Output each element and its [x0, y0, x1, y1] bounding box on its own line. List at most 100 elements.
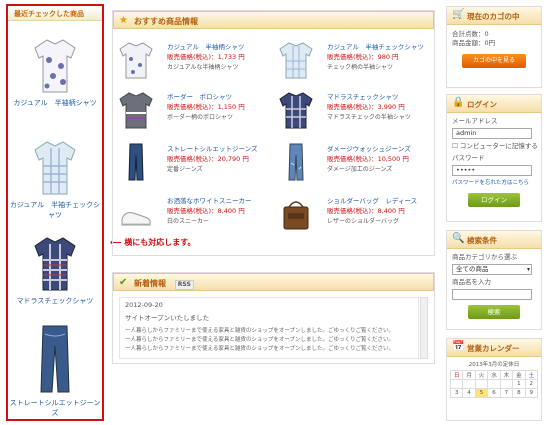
- product-card[interactable]: カジュアル 半袖チェックシャツ 販売価格(税込)：980 円 チェック柄の半袖シ…: [275, 39, 435, 83]
- product-desc: ダメージ加工のジーンズ: [327, 166, 393, 173]
- view-cart-button[interactable]: カゴの中を見る: [462, 54, 526, 68]
- product-thumb: [128, 143, 144, 181]
- category-label: 商品カテゴリから選ぶ: [452, 253, 517, 261]
- product-price: 販売価格(税込)：1,733 円: [167, 53, 245, 61]
- calendar-cell: [462, 379, 476, 389]
- chevron-down-icon[interactable]: ▾: [527, 265, 530, 274]
- product-name[interactable]: ショルダーバッグ レディース: [327, 195, 417, 205]
- product-card[interactable]: カジュアル 半袖柄シャツ 販売価格(税込)：1,733 円 カジュアルな半袖柄シ…: [115, 39, 275, 83]
- product-card[interactable]: お洒落なホワイトスニーカー 販売価格(税込)：8,400 円 白のスニーカー: [115, 193, 275, 237]
- product-thumb: [119, 92, 153, 129]
- remember-label: コンピューターに記憶する: [459, 142, 538, 150]
- product-card[interactable]: ボーダー ポロシャツ 販売価格(税込)：1,150 円 ボーダー柄のポロシャツ: [115, 89, 275, 133]
- product-thumb: [279, 92, 313, 129]
- calendar-day-header: 火: [474, 370, 489, 380]
- recent-item[interactable]: ストレートシルエットジーンズ: [8, 324, 102, 418]
- product-name[interactable]: マドラスチェックシャツ: [327, 91, 398, 101]
- recent-item-label[interactable]: マドラスチェックシャツ: [8, 296, 102, 306]
- product-name[interactable]: お洒落なホワイトスニーカー: [167, 195, 252, 205]
- shirt-check-thumb: [34, 141, 76, 195]
- news-line: 一人暮らしからファミリーまで使える家具と雑貨のショップをオープンしました。ごゆっ…: [125, 346, 395, 352]
- calendar-cell: 5: [474, 388, 489, 398]
- calendar-header: 📅 営業カレンダー: [447, 339, 541, 357]
- product-thumb: [119, 42, 153, 79]
- login-title: ログイン: [467, 100, 497, 109]
- product-name[interactable]: ストレートシルエットジーンズ: [167, 143, 258, 153]
- product-card[interactable]: マドラスチェックシャツ 販売価格(税込)：3,990 円 マドラスチェックの半袖…: [275, 89, 435, 133]
- calendar-day-header: 木: [499, 370, 514, 380]
- recent-item[interactable]: マドラスチェックシャツ: [8, 234, 102, 306]
- star-icon: ★: [119, 15, 128, 26]
- product-price: 販売価格(税込)：8,400 円: [327, 207, 405, 215]
- recent-item-label[interactable]: カジュアル 半袖チェックシャツ: [8, 200, 102, 220]
- recent-item[interactable]: カジュアル 半袖チェックシャツ: [8, 138, 102, 220]
- product-name[interactable]: ダメージウォッシュジーンズ: [327, 143, 411, 153]
- calendar-cell: 3: [449, 388, 464, 398]
- calendar-cell: 8: [512, 388, 526, 398]
- keyword-input[interactable]: [452, 289, 532, 300]
- calendar-title: 営業カレンダー: [467, 344, 520, 353]
- news-headline[interactable]: サイトオープンいたしました: [125, 312, 413, 322]
- product-name[interactable]: ボーダー ポロシャツ: [167, 91, 232, 101]
- recent-item-label[interactable]: ストレートシルエットジーンズ: [8, 398, 102, 418]
- product-price: 販売価格(税込)：20,790 円: [167, 155, 249, 163]
- cart-count: 合計点数：0: [452, 30, 489, 38]
- product-desc: ボーダー柄のポロシャツ: [167, 114, 234, 121]
- product-name[interactable]: カジュアル 半袖チェックシャツ: [327, 41, 424, 51]
- calendar-cell: [487, 379, 501, 389]
- calendar-day-header: 水: [487, 370, 501, 380]
- product-price: 販売価格(税込)：3,990 円: [327, 103, 405, 111]
- email-field[interactable]: admin: [452, 128, 532, 139]
- recommend-panel: ★ おすすめ商品情報 カジュアル 半袖柄シャツ 販売価格(税込)：1,733 円…: [112, 10, 435, 256]
- product-desc: 白のスニーカー: [167, 218, 210, 225]
- recent-item[interactable]: カジュアル 半袖柄シャツ: [8, 36, 102, 108]
- calendar-cell: 6: [487, 388, 501, 398]
- calendar-day-header: 日: [449, 370, 464, 380]
- product-card[interactable]: ダメージウォッシュジーンズ 販売価格(税込)：10,500 円 ダメージ加工のジ…: [275, 141, 435, 185]
- recently-viewed-title: 最近チェックした商品: [8, 6, 102, 21]
- remember-row[interactable]: ☐ コンピューターに記憶する: [447, 142, 541, 151]
- product-card[interactable]: ストレートシルエットジーンズ 販売価格(税込)：20,790 円 定番ジーンズ: [115, 141, 275, 185]
- category-select-value: 全ての商品: [456, 265, 489, 273]
- recently-viewed-panel: 最近チェックした商品 カジュアル 半袖柄シャツ カジュアル 半袖チェックシャツ …: [6, 4, 104, 421]
- search-header: 🔍 検索条件: [447, 231, 541, 249]
- calendar-cell: 1: [512, 379, 526, 389]
- page: 最近チェックした商品 カジュアル 半袖柄シャツ カジュアル 半袖チェックシャツ …: [0, 0, 550, 425]
- email-label: メールアドレス: [452, 117, 498, 125]
- keyword-label: 商品名を入力: [452, 278, 491, 286]
- login-button[interactable]: ログイン: [468, 193, 520, 207]
- news-header: ✔ 新着情報 RSS: [113, 273, 434, 291]
- news-title: 新着情報: [134, 279, 166, 288]
- password-field[interactable]: •••••: [452, 165, 532, 176]
- calendar-month: 2013年3月の定休日: [468, 362, 520, 368]
- calendar-cell: 9: [524, 388, 539, 398]
- news-list: 2012-09-20 サイトオープンいたしました 一人暮らしからファミリーまで使…: [119, 297, 419, 359]
- check-icon: ✔: [119, 277, 128, 288]
- cart-total: 商品金額：0円: [452, 39, 496, 47]
- product-card[interactable]: ショルダーバッグ レディース 販売価格(税込)：8,400 円 レザーのショルダ…: [275, 193, 435, 237]
- news-line: 一人暮らしからファミリーまで使える家具と雑貨のショップをオープンしました。ごゆっ…: [125, 328, 395, 334]
- calendar-cell: [474, 379, 489, 389]
- search-icon: 🔍: [452, 233, 465, 244]
- product-desc: マドラスチェックの半袖シャツ: [327, 114, 411, 121]
- forgot-password-link[interactable]: パスワードを忘れた方はこちら: [447, 179, 541, 188]
- product-thumb: [279, 42, 313, 79]
- calendar-cell: [449, 379, 464, 389]
- news-line: 一人暮らしからファミリーまで使える家具と雑貨のショップをオープンしました。ごゆっ…: [125, 337, 395, 343]
- category-select[interactable]: 全ての商品 ▾: [452, 264, 532, 275]
- login-header: 🔒 ログイン: [447, 95, 541, 113]
- product-price: 販売価格(税込)：1,150 円: [167, 103, 245, 111]
- calendar-grid: 2013年3月の定休日 日 月 火 水 木 金 土 1 2 3 4 5 6 7 …: [449, 360, 539, 398]
- shirt-madras-thumb: [34, 237, 76, 291]
- news-panel: ✔ 新着情報 RSS 2012-09-20 サイトオープンいたしました 一人暮ら…: [112, 272, 435, 364]
- search-button[interactable]: 検索: [468, 305, 520, 319]
- calendar-table: 日 月 火 水 木 金 土 1 2 3 4 5 6 7 8 9: [449, 370, 539, 398]
- product-price: 販売価格(税込)：8,400 円: [167, 207, 245, 215]
- remember-checkbox[interactable]: ☐: [452, 142, 460, 150]
- product-name[interactable]: カジュアル 半袖柄シャツ: [167, 41, 244, 51]
- product-desc: レザーのショルダーバッグ: [327, 218, 399, 225]
- news-scrollbar[interactable]: [420, 297, 428, 359]
- product-desc: カジュアルな半袖柄シャツ: [167, 64, 239, 71]
- recent-item-label[interactable]: カジュアル 半袖柄シャツ: [8, 98, 102, 108]
- rss-button[interactable]: RSS: [174, 280, 194, 290]
